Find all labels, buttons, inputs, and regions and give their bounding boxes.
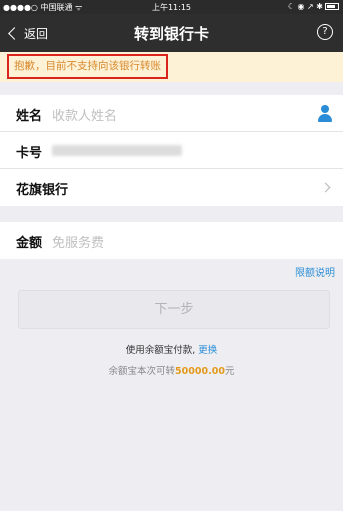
help-icon[interactable]: ?: [317, 24, 333, 40]
amount-input[interactable]: 免服务费: [52, 232, 104, 251]
limit-info-link[interactable]: 限额说明: [295, 264, 335, 279]
card-label: 卡号: [16, 146, 43, 161]
quota-amount: 50000.00: [175, 366, 225, 377]
chevron-left-icon: [8, 27, 21, 40]
status-indicators: ☾ ◉ ↗ ✱: [288, 2, 339, 11]
back-button[interactable]: 返回: [8, 25, 49, 42]
nav-bar: 返回 转到银行卡 ?: [0, 14, 343, 52]
status-bar: ●●●●○ 中国联通 ᯤ 上午11:15 ☾ ◉ ↗ ✱: [0, 0, 343, 14]
card-row[interactable]: 卡号: [0, 132, 343, 169]
warning-text: 抱歉，目前不支持向该银行转账: [7, 54, 168, 79]
amount-label: 金额: [16, 236, 43, 251]
name-input[interactable]: 收款人姓名: [52, 105, 117, 124]
page-title: 转到银行卡: [133, 25, 209, 43]
battery-icon: [325, 3, 339, 10]
payment-method: 使用余额宝付款, 更换: [0, 342, 343, 356]
card-number-masked[interactable]: [52, 145, 182, 156]
back-label: 返回: [24, 27, 49, 41]
name-label: 姓名: [16, 109, 43, 124]
contact-person-icon[interactable]: [317, 105, 333, 123]
chevron-right-icon: [320, 182, 331, 193]
bank-row[interactable]: 花旗银行: [0, 169, 343, 206]
quota-suffix: 元: [224, 366, 235, 377]
status-icons: ☾ ◉ ↗ ✱: [287, 2, 323, 11]
payment-method-text: 使用余额宝付款,: [125, 345, 196, 356]
next-button[interactable]: 下一步: [18, 290, 330, 329]
name-row[interactable]: 姓名 收款人姓名: [0, 95, 343, 132]
amount-row[interactable]: 金额 免服务费: [0, 222, 343, 259]
bank-name: 花旗银行: [16, 183, 69, 198]
amount-group: 金额 免服务费: [0, 222, 343, 259]
quota-prefix: 余额宝本次可转: [108, 366, 176, 377]
change-payment-link[interactable]: 更换: [198, 345, 217, 356]
warning-banner: 抱歉，目前不支持向该银行转账: [0, 52, 343, 82]
payee-group: 姓名 收款人姓名 卡号 花旗银行: [0, 95, 343, 206]
transfer-quota: 余额宝本次可转50000.00元: [0, 363, 343, 377]
